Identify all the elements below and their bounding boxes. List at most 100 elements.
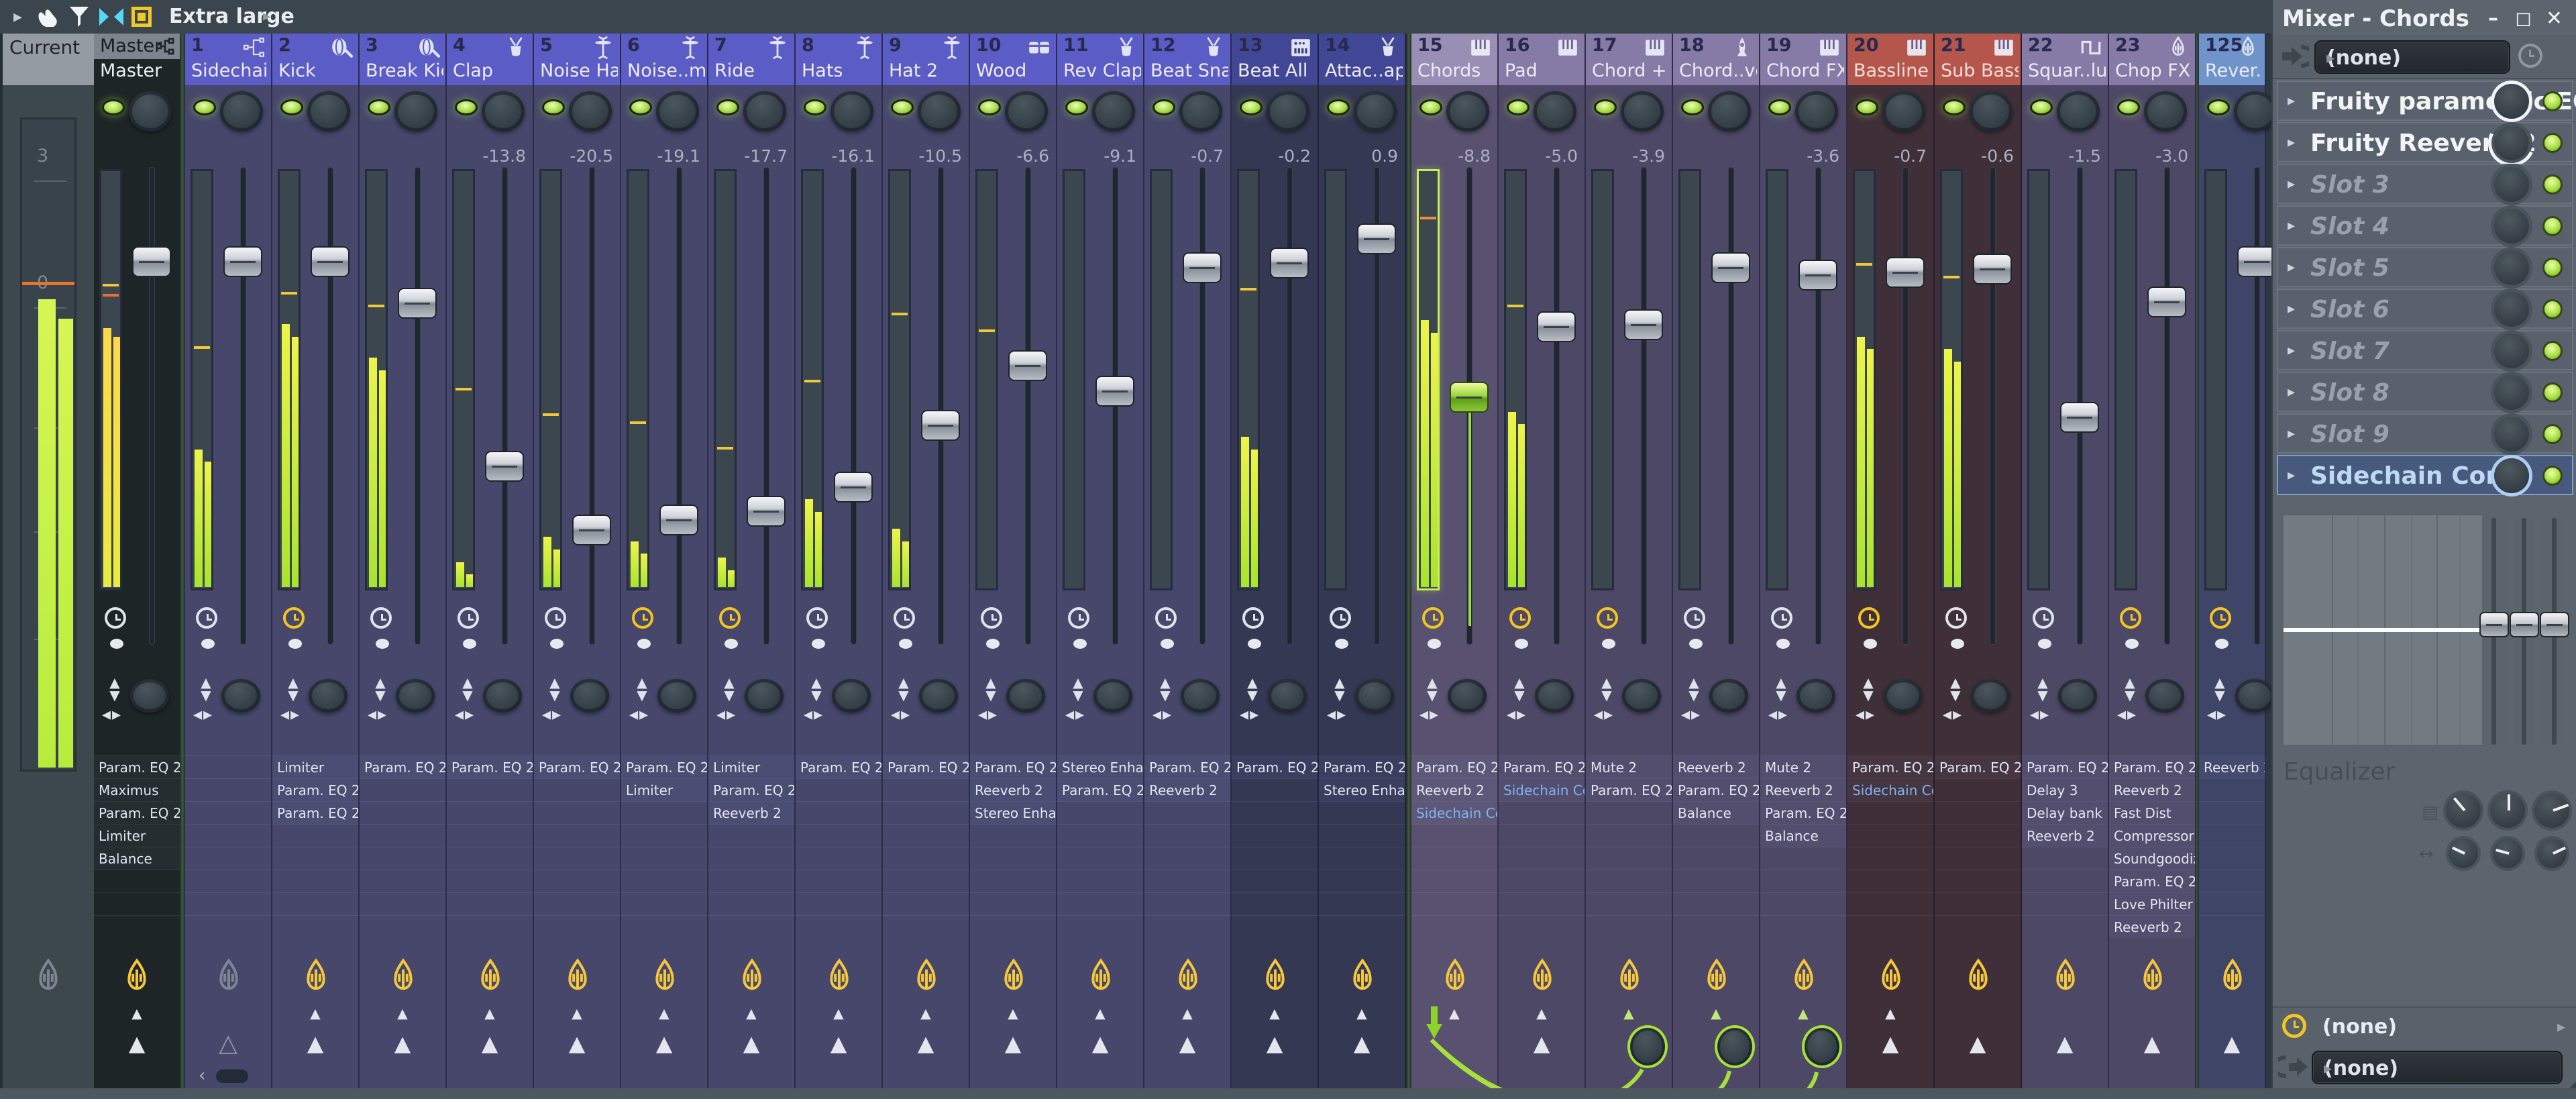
- plugin-slot-row[interactable]: Param. EQ 2: [2022, 755, 2108, 778]
- volume-fader-track[interactable]: [1026, 168, 1030, 644]
- plugin-delay-clock-icon[interactable]: [370, 607, 392, 629]
- strip-header[interactable]: 19 Chord FX: [1760, 34, 1846, 85]
- plugin-slot-row[interactable]: [970, 892, 1056, 915]
- route-small-arrow[interactable]: ▲: [1144, 1005, 1230, 1021]
- record-arm-dot[interactable]: [1335, 639, 1348, 649]
- plugin-slot-row[interactable]: [185, 755, 271, 778]
- strip-header[interactable]: 5 Noise Hat: [534, 34, 620, 85]
- effect-slot-2[interactable]: ▸ Fruity Reeverb 2: [2277, 122, 2573, 162]
- route-big-arrow[interactable]: ▲: [534, 1031, 620, 1056]
- route-small-arrow[interactable]: ▲: [883, 1005, 969, 1021]
- plugin-slot-row[interactable]: Param. EQ 2: [1057, 778, 1143, 801]
- route-big-arrow[interactable]: ▲: [796, 1031, 881, 1056]
- eq-high-slider-handle[interactable]: [2540, 612, 2569, 637]
- plugin-slot-row[interactable]: [621, 847, 707, 870]
- plugin-delay-clock-icon[interactable]: [894, 607, 915, 629]
- plugin-slot-row[interactable]: [1057, 801, 1143, 824]
- stereo-separation-knob[interactable]: [919, 679, 958, 713]
- close-button[interactable]: ✕: [2546, 7, 2563, 30]
- plugin-slot-row[interactable]: [883, 870, 969, 892]
- record-arm-dot[interactable]: [550, 639, 564, 649]
- plugin-slot-row[interactable]: Param. EQ 2: [621, 755, 707, 778]
- strip-header[interactable]: 9 Hat 2: [883, 34, 969, 85]
- eq-low-freq-knob[interactable]: [2449, 839, 2478, 868]
- pan-knob[interactable]: [1795, 91, 1838, 132]
- pan-knob[interactable]: [656, 91, 699, 132]
- plugin-slot-row[interactable]: [272, 892, 358, 915]
- plugin-slot-row[interactable]: [2199, 870, 2265, 892]
- plugin-slot-row[interactable]: [2022, 892, 2108, 915]
- record-arm-dot[interactable]: [1951, 639, 1964, 649]
- record-arm-dot[interactable]: [812, 639, 825, 649]
- slot-enable-led[interactable]: [2542, 424, 2563, 444]
- plugin-slot-row[interactable]: [1232, 915, 1318, 938]
- plugin-slot-row[interactable]: [1673, 824, 1759, 847]
- plugin-slot-row[interactable]: [1057, 847, 1143, 870]
- route-big-arrow[interactable]: ▲: [1935, 1031, 2021, 1056]
- volume-fader-handle[interactable]: [659, 505, 698, 535]
- volume-fader-handle[interactable]: [1711, 252, 1750, 283]
- scroll-left-chevron[interactable]: ‹: [199, 1065, 205, 1086]
- plugin-slot-row[interactable]: [1673, 892, 1759, 915]
- plugin-slot-row[interactable]: Param. EQ 2: [1760, 801, 1846, 824]
- slot-enable-led[interactable]: [2542, 216, 2563, 236]
- volume-fader-track[interactable]: [328, 168, 333, 644]
- plugin-slot-row[interactable]: Reeverb 2: [970, 778, 1056, 801]
- plugin-delay-clock-icon[interactable]: [545, 607, 566, 629]
- plugin-slot-row[interactable]: [1411, 870, 1497, 892]
- route-small-arrow[interactable]: ▲: [447, 1005, 533, 1021]
- plugin-slot-row[interactable]: Sidechain Comp: [1411, 801, 1497, 824]
- plugin-slot-row[interactable]: [708, 915, 794, 938]
- plugin-slot-row[interactable]: Sidechain Comp: [1847, 778, 1933, 801]
- time-clock-icon[interactable]: [2282, 1014, 2306, 1038]
- plugin-delay-clock-icon[interactable]: [1509, 607, 1531, 629]
- volume-fader-track[interactable]: [502, 168, 507, 644]
- plugin-slot-row[interactable]: [1935, 870, 2021, 892]
- mixer-track-strip[interactable]: 21 Sub Bass -0.6 ▲▼ ◂▸ Param. EQ 2 ▲ ▲: [1935, 34, 2022, 1088]
- audio-output-plug-icon[interactable]: [564, 958, 591, 1001]
- plugin-slot-row[interactable]: [185, 870, 271, 892]
- strip-header[interactable]: 3 Break Kick: [360, 34, 445, 85]
- audio-output-plug-icon[interactable]: [1087, 958, 1114, 1001]
- mute-led[interactable]: [1419, 99, 1442, 115]
- plugin-slot-row[interactable]: [360, 801, 445, 824]
- plugin-slot-row[interactable]: Limiter: [708, 755, 794, 778]
- plugin-slot-row[interactable]: [1319, 892, 1405, 915]
- plugin-delay-clock-icon[interactable]: [105, 607, 126, 629]
- volume-fader-track[interactable]: [851, 168, 856, 644]
- slot-mix-knob[interactable]: [2494, 333, 2529, 368]
- plugin-slot-row[interactable]: [185, 915, 271, 938]
- volume-fader-track[interactable]: [1816, 168, 1821, 644]
- stereo-separation-knob[interactable]: [483, 679, 522, 713]
- plugin-slot-row[interactable]: [360, 847, 445, 870]
- output-target-select[interactable]: (none) ▸: [2312, 1051, 2563, 1084]
- volume-fader-track[interactable]: [677, 168, 682, 644]
- route-small-arrow[interactable]: ▲: [1232, 1005, 1318, 1021]
- mute-led[interactable]: [1240, 99, 1263, 115]
- plugin-slot-row[interactable]: Compressor: [2109, 824, 2195, 847]
- plugin-slot-row[interactable]: Param. EQ 2: [1232, 755, 1318, 778]
- plugin-delay-clock-icon[interactable]: [1597, 607, 1618, 629]
- maximize-button[interactable]: ◻: [2515, 7, 2532, 30]
- plugin-slot-row[interactable]: [1411, 847, 1497, 870]
- route-small-arrow[interactable]: ▲: [1847, 1005, 1933, 1021]
- input-time-icon[interactable]: [2518, 44, 2542, 68]
- slot-mix-knob[interactable]: [2494, 167, 2529, 202]
- volume-fader-handle[interactable]: [572, 515, 611, 545]
- mute-led[interactable]: [102, 99, 125, 115]
- mixer-track-strip[interactable]: 23 Chop FX -3.0 ▲ ▼ ◂▸ Param. EQ 2 Reeverb…: [2109, 34, 2196, 1088]
- slot-enable-led[interactable]: [2542, 133, 2563, 153]
- slot-expand-arrow[interactable]: ▸: [2288, 93, 2295, 109]
- strip-header[interactable]: 14 Attac..ap 14: [1319, 34, 1405, 85]
- pan-knob[interactable]: [1005, 91, 1048, 132]
- mixer-track-strip[interactable]: 4 Clap -13.8 ▲ ▼ ◂▸ Param. EQ 2 ▲ ▲: [447, 34, 534, 1088]
- route-big-arrow[interactable]: ▲: [2199, 1031, 2265, 1056]
- audio-output-plug-icon[interactable]: [1262, 958, 1289, 1001]
- plugin-slot-row[interactable]: [796, 870, 881, 892]
- mixer-track-strip[interactable]: 18 Chord..verb ▲▼ ◂▸ Reeverb 2 Param. EQ …: [1673, 34, 1760, 1088]
- submenu-arrow-icon[interactable]: ▸: [263, 0, 270, 34]
- plugin-slot-row[interactable]: [2199, 824, 2265, 847]
- plugin-delay-clock-icon[interactable]: [1242, 607, 1264, 629]
- route-big-arrow[interactable]: ▲: [1144, 1031, 1230, 1056]
- plugin-slot-row[interactable]: [883, 824, 969, 847]
